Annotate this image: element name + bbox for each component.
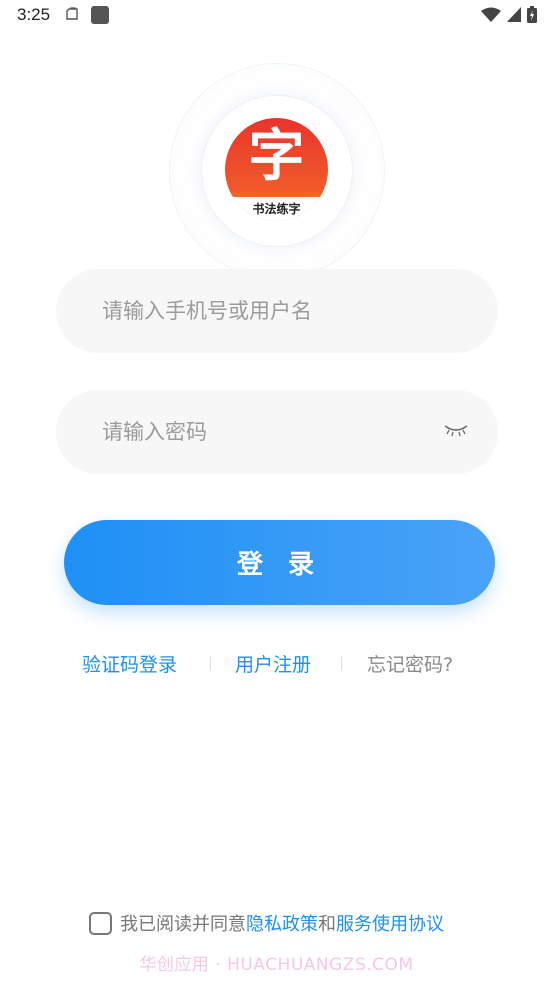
privacy-policy-link[interactable]: 隐私政策 — [246, 910, 318, 936]
password-input[interactable] — [102, 390, 442, 474]
sms-login-link[interactable]: 验证码登录 — [82, 650, 177, 677]
password-field[interactable] — [56, 390, 498, 474]
agreement-conjunction: 和 — [318, 914, 336, 935]
battery-icon — [527, 6, 537, 23]
username-input[interactable] — [102, 269, 442, 353]
login-button[interactable]: 登 录 — [64, 520, 495, 605]
watermark: 华创应用 · HUACHUANGZS.COM — [139, 955, 414, 975]
agreement-checkbox[interactable] — [89, 911, 112, 935]
status-time: 3:25 — [17, 5, 51, 24]
logo-caption: 书法练字 — [252, 202, 301, 216]
signal-icon — [507, 7, 521, 22]
username-field[interactable] — [56, 269, 498, 353]
status-bar: 3:25 — [0, 0, 553, 32]
forgot-password-link[interactable]: 忘记密码? — [367, 650, 453, 677]
link-divider — [210, 656, 211, 670]
clipboard-icon — [66, 7, 78, 20]
agreement-row: 我已阅读并同意 隐私政策 和 服务使用协议 — [89, 910, 444, 936]
logo-character: 字 — [248, 123, 305, 189]
service-agreement-link[interactable]: 服务使用协议 — [336, 910, 444, 936]
wifi-icon — [481, 7, 501, 22]
eye-closed-icon[interactable] — [444, 422, 468, 438]
link-divider — [341, 656, 342, 670]
agreement-prefix: 我已阅读并同意 — [120, 914, 246, 935]
app-logo: 字 书法练字 — [225, 118, 328, 221]
register-link[interactable]: 用户注册 — [235, 650, 311, 677]
status-right-icons — [481, 6, 537, 23]
auth-links: 验证码登录 用户注册 忘记密码? — [0, 650, 553, 680]
app-square-icon — [91, 6, 109, 24]
